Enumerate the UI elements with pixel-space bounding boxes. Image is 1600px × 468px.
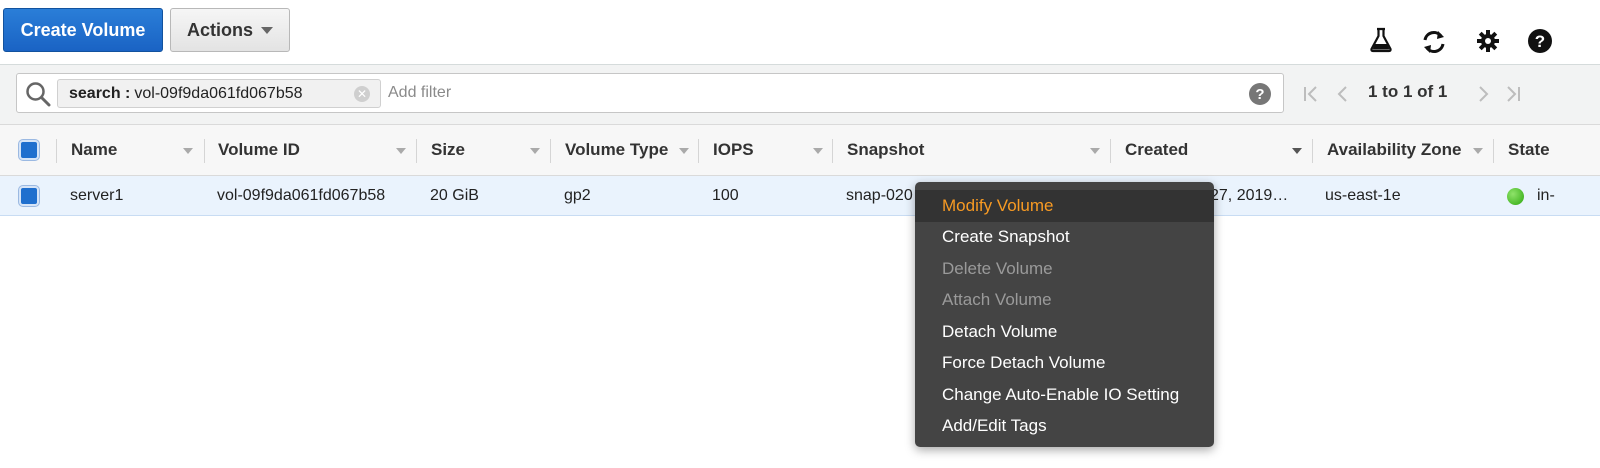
column-divider bbox=[1493, 139, 1494, 163]
cell-volume-id: vol-09f9da061fd067b58 bbox=[217, 187, 386, 204]
cell-snapshot: snap-020 bbox=[846, 187, 913, 204]
menu-item-change-auto-enable-io[interactable]: Change Auto-Enable IO Setting bbox=[915, 379, 1214, 411]
pagination-text: 1 to 1 of 1 bbox=[1368, 82, 1448, 101]
table-row[interactable]: server1 vol-09f9da061fd067b58 20 GiB gp2… bbox=[0, 176, 1600, 216]
close-icon[interactable]: ✕ bbox=[354, 86, 370, 102]
header-volume-id[interactable]: Volume ID bbox=[218, 125, 300, 175]
sort-icon[interactable] bbox=[813, 148, 823, 154]
filter-help-icon[interactable]: ? bbox=[1249, 83, 1271, 105]
table-header: Name Volume ID Size Volume Type IOPS Sna… bbox=[0, 124, 1600, 176]
filter-token[interactable]: search : vol-09f9da061fd067b58 ✕ bbox=[57, 79, 381, 108]
header-state[interactable]: State bbox=[1508, 125, 1550, 175]
sort-icon[interactable] bbox=[1090, 148, 1100, 154]
column-divider bbox=[550, 139, 551, 163]
previous-page-icon[interactable] bbox=[1332, 81, 1354, 107]
sort-icon[interactable] bbox=[183, 148, 193, 154]
search-icon bbox=[25, 81, 51, 107]
next-page-icon[interactable] bbox=[1472, 81, 1494, 107]
cell-volume-type: gp2 bbox=[564, 187, 591, 204]
menu-item-delete-volume[interactable]: Delete Volume bbox=[915, 253, 1214, 285]
last-page-icon[interactable] bbox=[1502, 81, 1524, 107]
gear-icon[interactable] bbox=[1474, 27, 1502, 55]
column-divider bbox=[698, 139, 699, 163]
help-icon[interactable]: ? bbox=[1526, 27, 1554, 55]
column-divider bbox=[56, 139, 57, 163]
flask-icon[interactable] bbox=[1367, 26, 1395, 54]
create-volume-button[interactable]: Create Volume bbox=[3, 8, 163, 52]
sort-descending-icon[interactable] bbox=[1292, 148, 1302, 154]
column-divider bbox=[416, 139, 417, 163]
add-filter-input[interactable] bbox=[372, 74, 1222, 112]
cell-size: 20 GiB bbox=[430, 187, 479, 204]
cell-state: in- bbox=[1537, 187, 1555, 204]
menu-item-create-snapshot[interactable]: Create Snapshot bbox=[915, 222, 1214, 254]
column-divider bbox=[1110, 139, 1111, 163]
column-divider bbox=[832, 139, 833, 163]
actions-dropdown-button[interactable]: Actions bbox=[170, 8, 290, 52]
header-volume-type[interactable]: Volume Type bbox=[565, 125, 668, 175]
refresh-icon[interactable] bbox=[1420, 28, 1448, 56]
filter-token-value: vol-09f9da061fd067b58 bbox=[134, 84, 303, 102]
filter-bar: search : vol-09f9da061fd067b58 ✕ ? 1 to … bbox=[0, 64, 1600, 124]
cell-iops: 100 bbox=[712, 187, 739, 204]
menu-item-modify-volume[interactable]: Modify Volume bbox=[915, 190, 1214, 222]
actions-label: Actions bbox=[186, 19, 253, 40]
header-availability-zone[interactable]: Availability Zone bbox=[1327, 125, 1461, 175]
sort-icon[interactable] bbox=[396, 148, 406, 154]
sort-icon[interactable] bbox=[530, 148, 540, 154]
header-size[interactable]: Size bbox=[431, 125, 465, 175]
row-checkbox[interactable] bbox=[19, 186, 39, 206]
sort-icon[interactable] bbox=[679, 148, 689, 154]
actions-context-menu: Modify Volume Create Snapshot Delete Vol… bbox=[915, 182, 1214, 447]
svg-text:?: ? bbox=[1535, 32, 1545, 51]
sort-icon[interactable] bbox=[1473, 148, 1483, 154]
menu-item-add-edit-tags[interactable]: Add/Edit Tags bbox=[915, 411, 1214, 443]
chevron-down-icon bbox=[261, 26, 273, 34]
state-running-icon bbox=[1507, 188, 1524, 205]
header-name[interactable]: Name bbox=[71, 125, 117, 175]
header-snapshot[interactable]: Snapshot bbox=[847, 125, 924, 175]
menu-item-detach-volume[interactable]: Detach Volume bbox=[915, 316, 1214, 348]
cell-availability-zone: us-east-1e bbox=[1325, 187, 1401, 204]
column-divider bbox=[204, 139, 205, 163]
column-divider bbox=[1312, 139, 1313, 163]
cell-created: 27, 2019… bbox=[1210, 187, 1289, 204]
menu-item-attach-volume[interactable]: Attach Volume bbox=[915, 285, 1214, 317]
header-iops[interactable]: IOPS bbox=[713, 125, 754, 175]
select-all-checkbox[interactable] bbox=[19, 140, 39, 160]
cell-name: server1 bbox=[70, 187, 124, 204]
filter-token-key: search : bbox=[69, 84, 131, 102]
search-box[interactable]: search : vol-09f9da061fd067b58 ✕ ? bbox=[16, 73, 1284, 113]
first-page-icon[interactable] bbox=[1300, 81, 1322, 107]
header-created[interactable]: Created bbox=[1125, 125, 1188, 175]
menu-item-force-detach-volume[interactable]: Force Detach Volume bbox=[915, 348, 1214, 380]
